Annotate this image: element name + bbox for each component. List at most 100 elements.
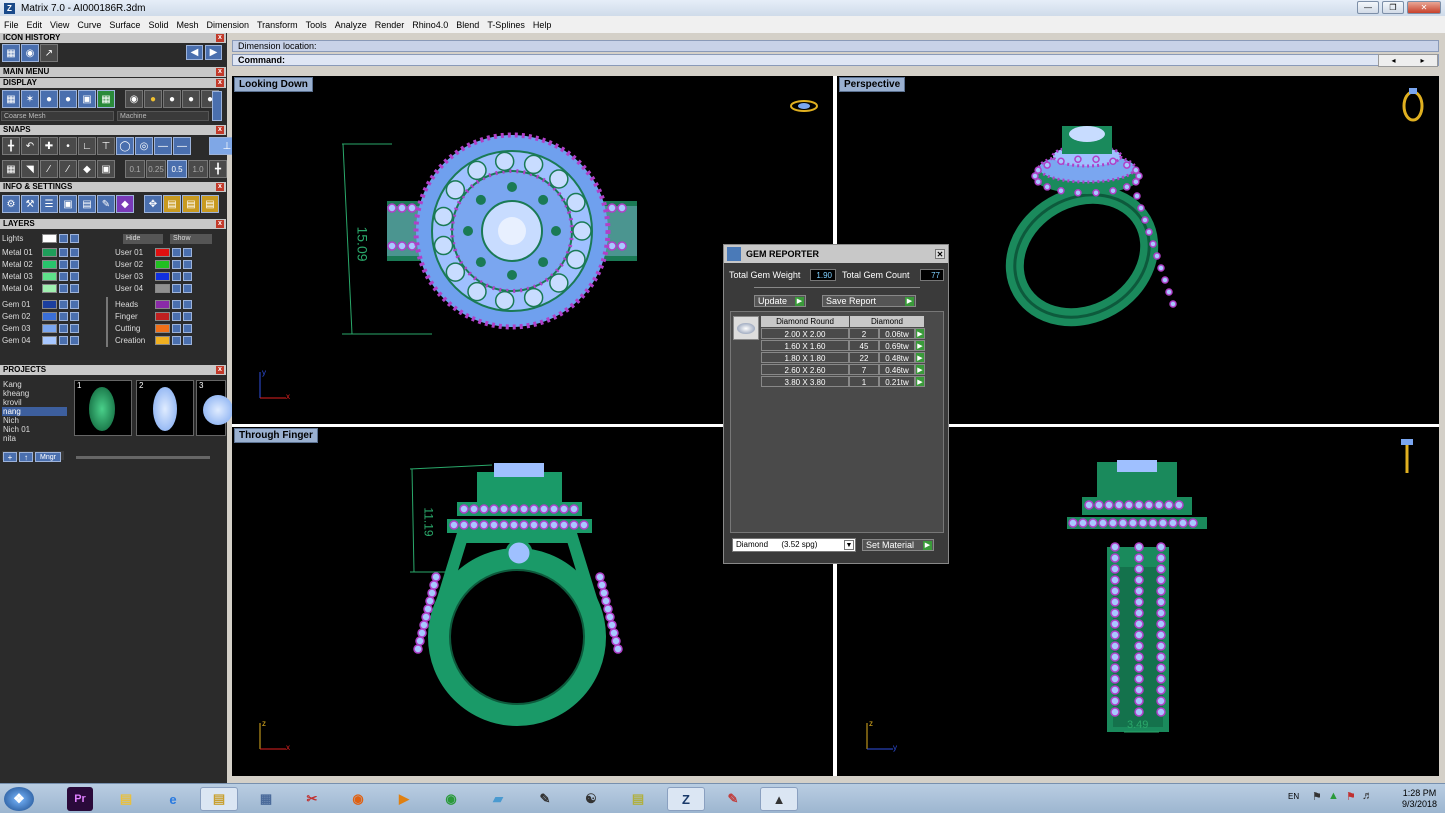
visibility-icon[interactable] (183, 312, 192, 321)
wrench-icon[interactable]: ⚒ (21, 195, 39, 213)
history-icon-1[interactable]: ▦ (2, 44, 20, 62)
project-list[interactable]: Kang kheang krovil nang Nich Nich 01 nita (2, 380, 67, 447)
snap-mid-icon[interactable]: ⊤ (97, 137, 115, 155)
layer-color-swatch[interactable] (155, 272, 170, 281)
settings-gear-icon[interactable]: ⚙ (2, 195, 20, 213)
show-button[interactable]: Show (170, 234, 212, 244)
project-thumbnail-1[interactable]: 1 (74, 380, 132, 436)
layer-color-swatch[interactable] (155, 336, 170, 345)
up-icon[interactable]: ↑ (19, 452, 33, 462)
doc-icon[interactable]: ▤ (78, 195, 96, 213)
info-settings-header[interactable]: INFO & SETTINGS x (0, 182, 226, 192)
snap-tool-3-icon[interactable]: ∕ (40, 160, 58, 178)
folder-icon[interactable]: ▤ (113, 787, 139, 811)
layer-row[interactable]: Gem 01 (2, 299, 79, 310)
snap-center-icon[interactable]: ◯ (116, 137, 134, 155)
render-icon[interactable]: ✶ (21, 90, 39, 108)
snap-tool-5-icon[interactable]: ◆ (78, 160, 96, 178)
display-scroll[interactable] (212, 91, 222, 121)
snap-grid-icon[interactable]: ╋ (2, 137, 20, 155)
close-icon[interactable]: x (216, 183, 224, 191)
visibility-icon[interactable] (183, 300, 192, 309)
project-item[interactable]: krovil (2, 398, 67, 407)
arrow-right-icon[interactable]: ▶ (205, 45, 222, 60)
snaps-header[interactable]: SNAPS x (0, 125, 226, 135)
layer-color-swatch[interactable] (42, 260, 57, 269)
visibility-icon[interactable] (70, 300, 79, 309)
visibility-icon[interactable] (70, 336, 79, 345)
menu-view[interactable]: View (46, 20, 73, 30)
lock-icon[interactable] (172, 312, 181, 321)
menu-mesh[interactable]: Mesh (172, 20, 202, 30)
set-material-button[interactable]: Set Material ▶ (862, 539, 934, 551)
snap-point-icon[interactable]: • (59, 137, 77, 155)
calculator-icon[interactable]: ▦ (253, 787, 279, 811)
folder-icon-2[interactable]: ▤ (182, 195, 200, 213)
visibility-icon[interactable] (70, 272, 79, 281)
layer-row[interactable]: User 03 (115, 271, 192, 282)
visibility-icon[interactable] (70, 312, 79, 321)
layer-color-swatch[interactable] (155, 284, 170, 293)
lock-icon[interactable] (172, 300, 181, 309)
lock-icon[interactable] (59, 284, 68, 293)
layer-color-swatch[interactable] (155, 248, 170, 257)
snap-tool-6-icon[interactable]: ▣ (97, 160, 115, 178)
layer-row[interactable]: Gem 02 (2, 311, 79, 322)
layer-color-swatch[interactable] (155, 312, 170, 321)
lock-icon[interactable] (59, 260, 68, 269)
zbrush-icon[interactable]: ☯ (578, 787, 604, 811)
snap-tool-1-icon[interactable]: ▦ (2, 160, 20, 178)
play-icon[interactable]: ▶ (915, 340, 925, 351)
menu-analyze[interactable]: Analyze (331, 20, 371, 30)
snap-near-icon[interactable]: — (154, 137, 172, 155)
snap-perp-icon[interactable]: — (173, 137, 191, 155)
play-icon[interactable]: ▶ (915, 376, 925, 387)
layer-color-swatch[interactable] (42, 272, 57, 281)
material-dropdown[interactable]: Diamond (3.52 spg) ▼ (732, 538, 856, 552)
add-icon[interactable]: + (3, 452, 17, 462)
play-icon[interactable]: ▶ (915, 364, 925, 375)
menu-rhino4-0[interactable]: Rhino4.0 (408, 20, 452, 30)
layer-color-swatch[interactable] (155, 300, 170, 309)
layer-color-swatch[interactable] (42, 336, 57, 345)
close-icon[interactable]: ✕ (935, 249, 945, 259)
layer-row[interactable]: Creation (115, 335, 192, 346)
display-header[interactable]: DISPLAY x (0, 78, 226, 88)
close-icon[interactable]: x (216, 220, 224, 228)
language-indicator[interactable]: EN (1288, 792, 1299, 801)
project-item[interactable]: Kang (2, 380, 67, 389)
layer-row[interactable]: Heads (115, 299, 192, 310)
snap-tool-4-icon[interactable]: ∕ (59, 160, 77, 178)
layer-color-swatch[interactable] (155, 260, 170, 269)
pencil-icon[interactable]: ✎ (97, 195, 115, 213)
snap-cross-icon[interactable]: ✚ (40, 137, 58, 155)
project-item[interactable]: nita (2, 434, 67, 443)
lock-icon[interactable] (59, 312, 68, 321)
project-thumbnail-3[interactable]: 3 (196, 380, 233, 436)
lights-lock[interactable] (59, 234, 68, 243)
menu-file[interactable]: File (0, 20, 23, 30)
matrix-icon[interactable]: Z (667, 787, 705, 811)
explorer-icon[interactable]: ▤ (200, 787, 238, 811)
thumb-scrollbar[interactable] (76, 456, 210, 459)
notepad-icon[interactable]: ▤ (625, 787, 651, 811)
material-select[interactable]: Machine (117, 111, 209, 121)
menu-edit[interactable]: Edit (23, 20, 47, 30)
lock-icon[interactable] (59, 300, 68, 309)
layer-color-swatch[interactable] (42, 284, 57, 293)
folder-icon-3[interactable]: ▤ (201, 195, 219, 213)
lock-icon[interactable] (59, 248, 68, 257)
close-button[interactable]: ✕ (1407, 1, 1441, 14)
project-item[interactable]: Nich (2, 416, 67, 425)
layer-row[interactable]: Gem 03 (2, 323, 79, 334)
alert-icon[interactable]: ⚑ (1346, 790, 1356, 803)
project-item[interactable]: nang (2, 407, 67, 416)
layers-icon[interactable]: ☰ (40, 195, 58, 213)
close-icon[interactable]: x (216, 126, 224, 134)
rhino-icon[interactable]: ▲ (760, 787, 798, 811)
lock-icon[interactable] (172, 284, 181, 293)
layer-color-swatch[interactable] (42, 248, 57, 257)
visibility-icon[interactable] (183, 260, 192, 269)
visibility-icon[interactable] (183, 324, 192, 333)
layer-row[interactable]: Metal 04 (2, 283, 79, 294)
